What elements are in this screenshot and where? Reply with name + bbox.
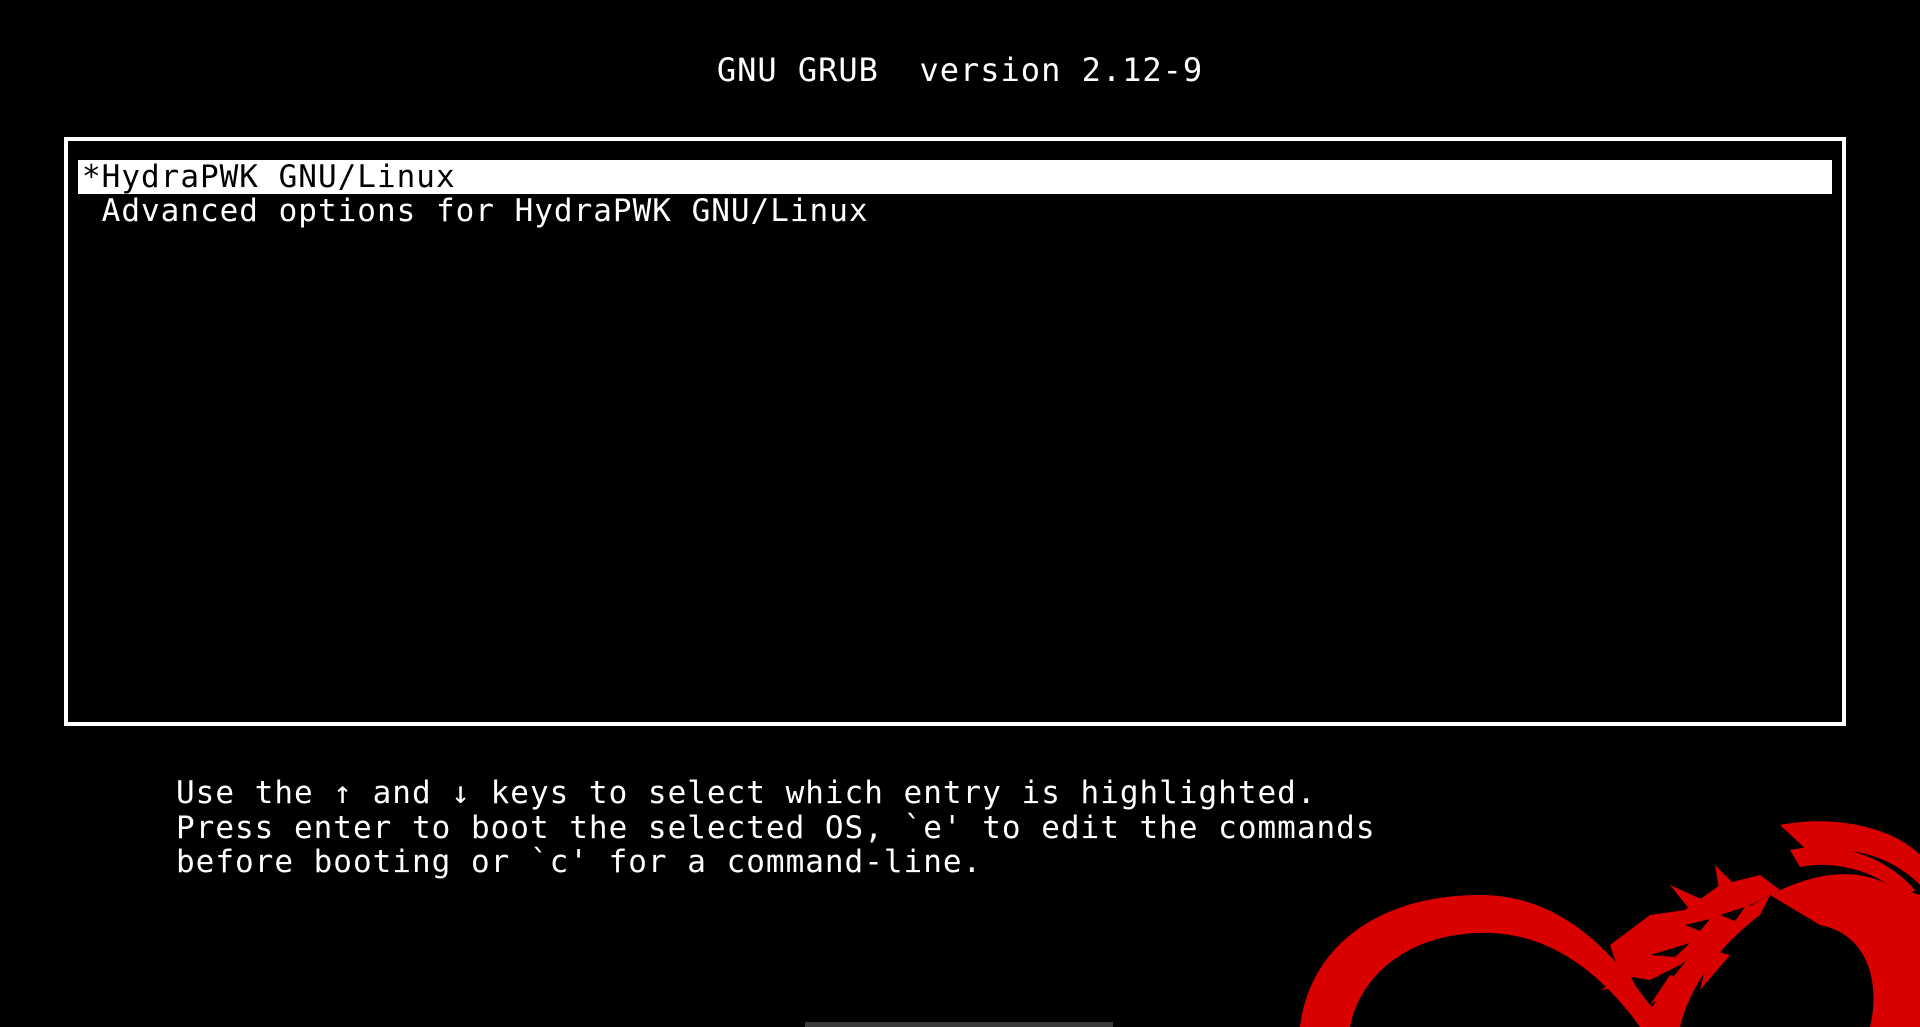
boot-entry-advanced-options[interactable]: Advanced options for HydraPWK GNU/Linux (78, 194, 1832, 228)
instructions-line-3: before booting or `c' for a command-line… (176, 844, 983, 880)
boot-entry-hydrapwk[interactable]: *HydraPWK GNU/Linux (78, 160, 1832, 194)
bottom-status-bar (805, 1022, 1113, 1027)
instructions-line-1: Use the ↑ and ↓ keys to select which ent… (176, 775, 1317, 811)
grub-version-title: GNU GRUB version 2.12-9 (716, 51, 1204, 89)
boot-menu: *HydraPWK GNU/Linux Advanced options for… (64, 137, 1846, 726)
hydra-dragon-icon (1300, 821, 1920, 1027)
instructions-text: Use the ↑ and ↓ keys to select which ent… (176, 776, 1375, 880)
instructions-line-2: Press enter to boot the selected OS, `e'… (176, 809, 1376, 846)
